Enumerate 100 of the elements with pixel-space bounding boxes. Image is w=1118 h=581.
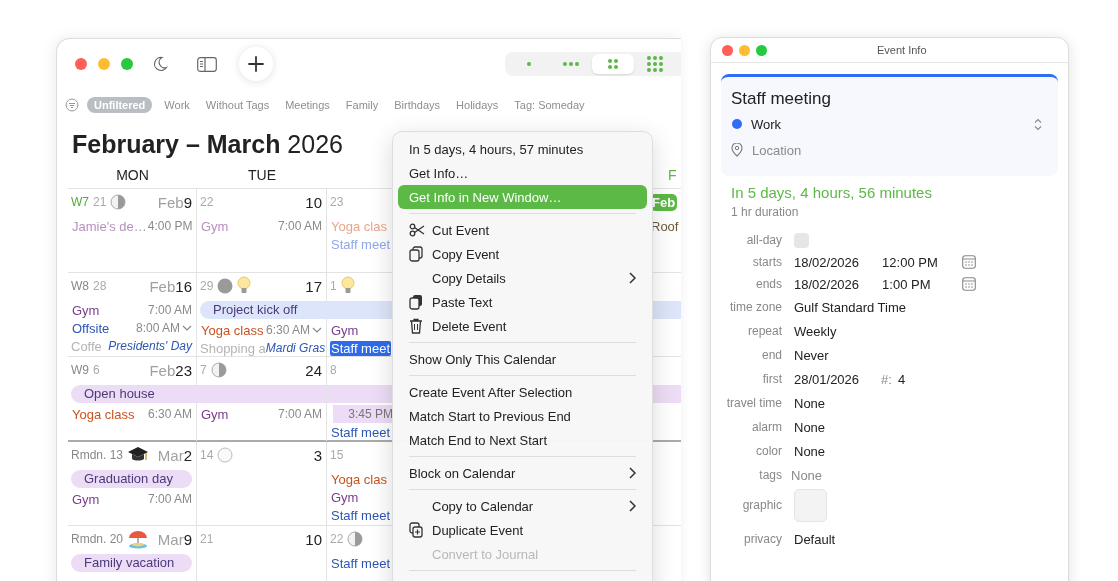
time-value[interactable]: 1:00 PM: [882, 276, 963, 292]
countdown-text: In 5 days, 4 hours, 56 minutes: [731, 184, 933, 201]
week-number: Rmdn. 20: [71, 532, 124, 546]
calendar-icon[interactable]: [962, 277, 977, 291]
minimize-button[interactable]: [98, 58, 110, 70]
moon-phase-icon: [217, 447, 234, 463]
event-title[interactable]: Gym: [71, 302, 101, 318]
menu-item[interactable]: Block on Calendar: [398, 461, 647, 485]
secondary-date: 29: [200, 279, 214, 293]
week-number: W7: [71, 195, 89, 209]
date-label: Mar9: [157, 530, 192, 548]
event-title[interactable]: Staff meet: [330, 555, 391, 571]
dots-icon: [608, 59, 618, 69]
all-day-event[interactable]: Graduation day: [71, 470, 192, 488]
menu-item[interactable]: In 5 days, 4 hours, 57 minutes: [398, 137, 647, 161]
event-title-field[interactable]: Staff meeting: [731, 89, 1048, 111]
plus-icon: [248, 56, 264, 72]
duration-text: 1 hr duration: [731, 205, 800, 219]
menu-item[interactable]: Duplicate Event: [398, 518, 647, 542]
event-time: 7:00 AM: [147, 492, 192, 506]
field-label: graphic: [741, 498, 782, 512]
menu-item[interactable]: Copy Details: [398, 266, 647, 290]
event-title[interactable]: Staff meet: [330, 340, 391, 356]
all-day-event[interactable]: Family vacation: [71, 554, 192, 572]
field-label: travel time: [725, 396, 782, 410]
close-button[interactable]: [722, 44, 733, 56]
event-title[interactable]: Gym: [330, 489, 360, 505]
moon-phase-icon: [347, 531, 364, 547]
event-title[interactable]: Yoga class: [200, 322, 265, 338]
field-label: first: [761, 372, 782, 386]
menu-item[interactable]: Paste Text: [398, 290, 647, 314]
date-range-title: February – March 2026: [72, 129, 343, 160]
field-label: starts: [751, 255, 782, 269]
filter-icon[interactable]: [65, 98, 79, 112]
event-title[interactable]: Gym: [330, 322, 360, 338]
event-title[interactable]: Gym: [71, 491, 101, 507]
calendar-icon[interactable]: [962, 255, 977, 269]
holiday-label: Presidents' Day: [108, 339, 192, 353]
field-value[interactable]: 28/01/2026: [794, 371, 860, 387]
paste-icon: [409, 294, 423, 310]
moon-phase-icon: [217, 278, 234, 294]
event-title[interactable]: Gym: [200, 406, 230, 422]
field-value[interactable]: Default: [794, 531, 836, 547]
dots-icon: [527, 62, 531, 66]
tags-field[interactable]: None: [791, 467, 911, 483]
sidebar-icon[interactable]: [197, 56, 217, 72]
field-label: ends: [754, 277, 782, 291]
calendar-picker[interactable]: Work: [751, 116, 782, 132]
menu-item[interactable]: Cut Event: [398, 218, 647, 242]
close-button[interactable]: [75, 58, 87, 70]
event-title[interactable]: Yoga class: [71, 406, 136, 422]
stepper-icon[interactable]: [1034, 117, 1042, 131]
event-time: 4:00 PM: [147, 219, 193, 233]
event-title[interactable]: Yoga clas: [330, 471, 388, 487]
time-value[interactable]: 12:00 PM: [882, 254, 963, 270]
chevron-down-icon[interactable]: [312, 327, 322, 333]
field-label: end: [760, 348, 782, 362]
event-title[interactable]: Staff meet: [330, 507, 391, 523]
date-value[interactable]: 18/02/2026: [794, 254, 860, 270]
secondary-date: 23: [330, 195, 344, 209]
field-value[interactable]: Weekly: [794, 323, 837, 339]
menu-item[interactable]: Get Info…: [398, 161, 647, 185]
event-title[interactable]: Offsite: [71, 320, 111, 336]
week-number: W9: [71, 363, 89, 377]
menu-item[interactable]: Match End to Next Start: [398, 428, 647, 452]
menu-item[interactable]: Copy Event: [398, 242, 647, 266]
zoom-button[interactable]: [121, 58, 133, 70]
field-value[interactable]: Never: [794, 347, 829, 363]
field-value[interactable]: None: [794, 443, 826, 459]
event-time: 6:30 AM: [147, 407, 192, 421]
week-number: Rmdn. 13: [71, 448, 124, 462]
window-title: Event Info: [877, 44, 927, 56]
chevron-down-icon[interactable]: [182, 325, 192, 331]
trash-icon: [409, 318, 423, 334]
event-title[interactable]: Staff meet: [330, 424, 391, 440]
menu-item[interactable]: Show Only This Calendar: [398, 347, 647, 371]
field-value[interactable]: Gulf Standard Time: [794, 299, 906, 315]
date-value[interactable]: 18/02/2026: [794, 276, 860, 292]
field-label: color: [755, 444, 782, 458]
location-pin-icon: [731, 143, 743, 157]
copy-icon: [409, 246, 423, 262]
menu-item[interactable]: Copy to Calendar: [398, 494, 647, 518]
minimize-button[interactable]: [739, 44, 750, 56]
field-value[interactable]: None: [794, 395, 826, 411]
secondary-date: 15: [330, 448, 344, 462]
location-field[interactable]: Location: [752, 142, 902, 158]
date-label: 24: [305, 361, 322, 379]
menu-item[interactable]: Match Start to Previous End: [398, 404, 647, 428]
all-day-checkbox[interactable]: [794, 232, 809, 248]
zoom-button[interactable]: [756, 44, 767, 56]
field-value[interactable]: None: [794, 419, 826, 435]
menu-item[interactable]: Delete Event: [398, 314, 647, 338]
add-button[interactable]: [239, 47, 273, 81]
date-label: 3: [313, 446, 322, 464]
count-value: 4: [897, 371, 906, 387]
weekday-header: MON: [116, 167, 149, 183]
secondary-date: 7: [200, 363, 207, 377]
view-button[interactable]: [592, 54, 634, 74]
field-label: alarm: [751, 420, 782, 434]
moon-icon[interactable]: [152, 56, 168, 72]
